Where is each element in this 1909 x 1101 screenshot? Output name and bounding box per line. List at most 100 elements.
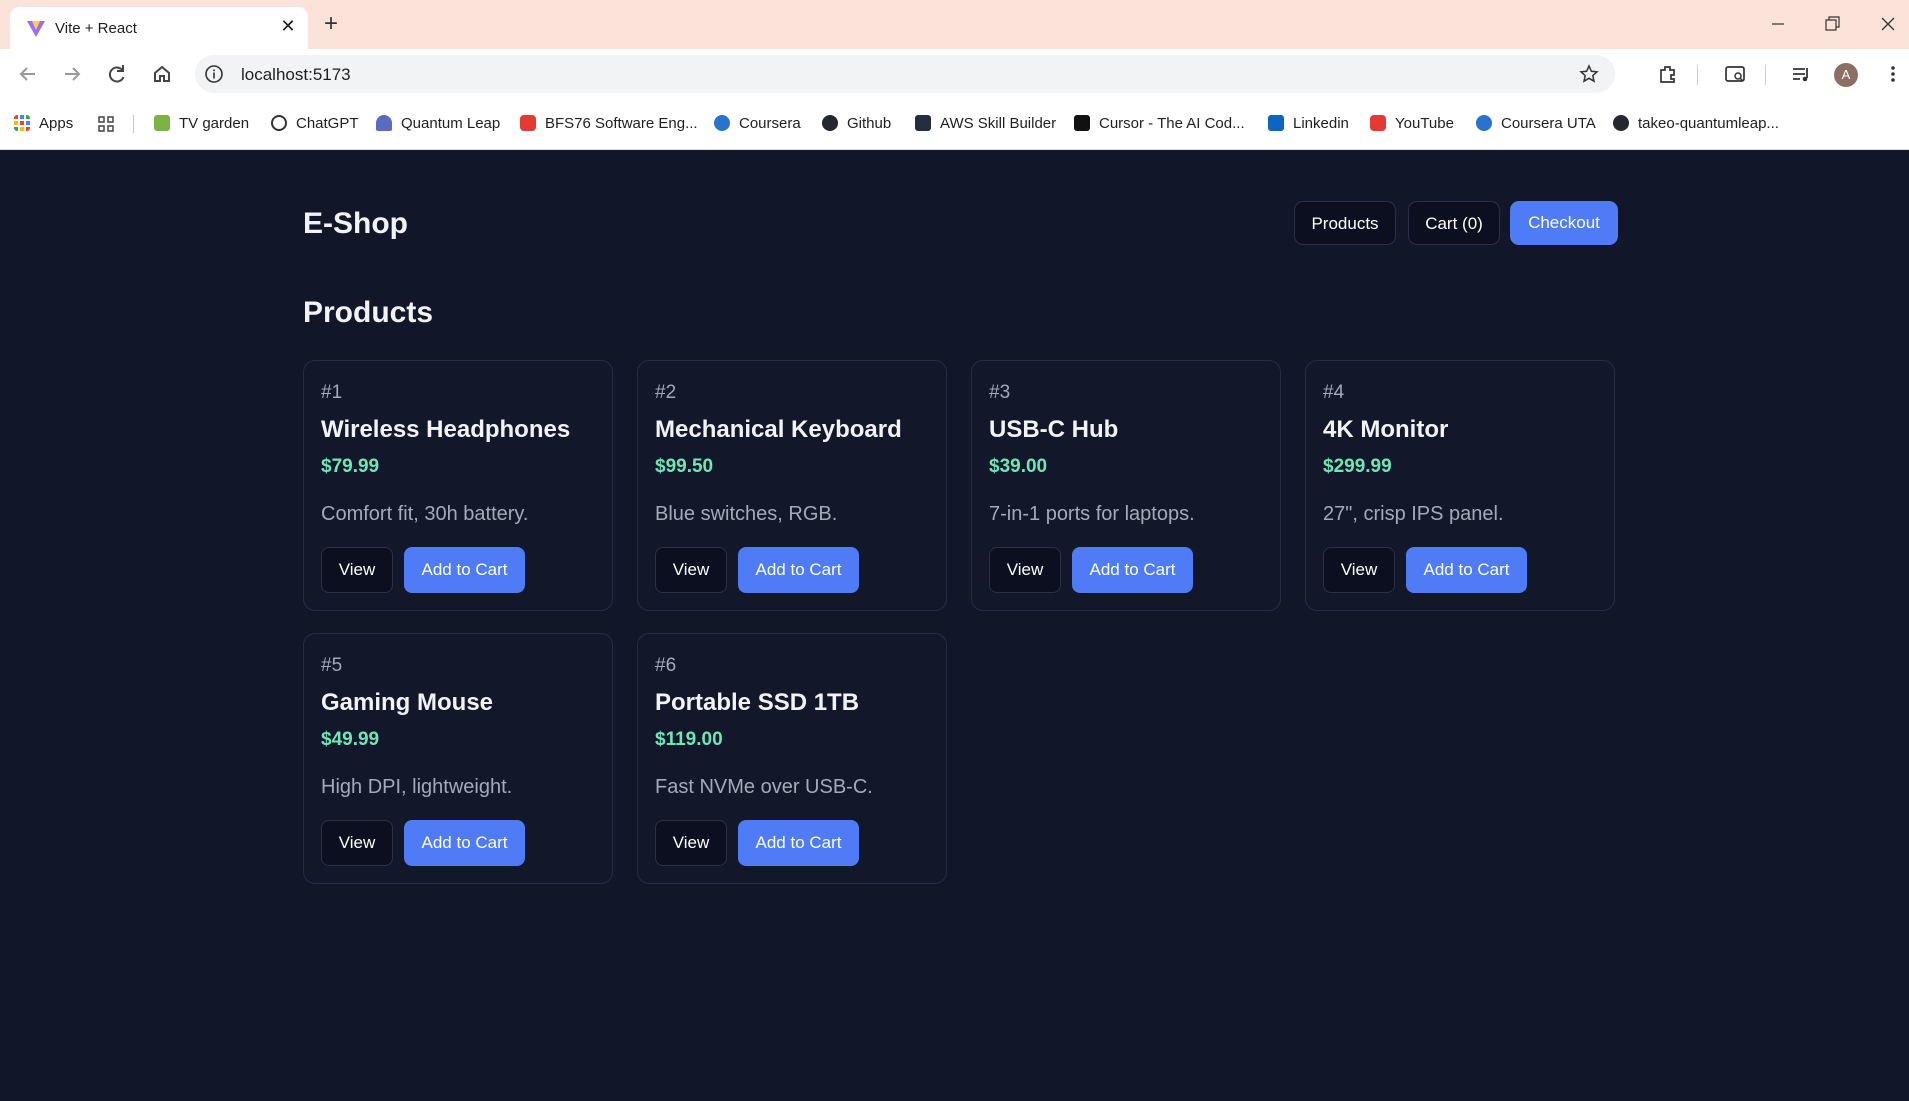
bookmark-label: BFS76 Software Eng... bbox=[545, 115, 698, 132]
youtube-icon bbox=[1370, 115, 1386, 131]
product-description: Fast NVMe over USB-C. bbox=[655, 776, 873, 798]
product-id: #6 bbox=[655, 655, 677, 676]
add-to-cart-button[interactable]: Add to Cart bbox=[404, 820, 525, 866]
vite-logo-icon bbox=[27, 21, 45, 37]
bookmark-takeo-quantumleap[interactable]: takeo-quantumleap... bbox=[1613, 114, 1779, 134]
bookmark-label: Apps bbox=[39, 115, 74, 132]
nav-products-button[interactable]: Products bbox=[1294, 201, 1396, 245]
bookmark-bfs76[interactable]: BFS76 Software Eng... bbox=[520, 114, 698, 134]
product-description: 27", crisp IPS panel. bbox=[1323, 503, 1504, 525]
bookmark-apps[interactable]: Apps bbox=[14, 114, 73, 134]
view-button[interactable]: View bbox=[321, 547, 393, 593]
bookmark-label: takeo-quantumleap... bbox=[1638, 115, 1779, 132]
product-name: Gaming Mouse bbox=[321, 689, 494, 716]
bookmark-aws[interactable]: AWS Skill Builder bbox=[915, 114, 1056, 134]
product-card: #4 4K Monitor $299.99 27", crisp IPS pan… bbox=[1305, 360, 1615, 611]
tv-garden-icon bbox=[154, 115, 170, 131]
coursera-icon bbox=[1476, 115, 1492, 131]
product-price: $99.50 bbox=[655, 456, 714, 477]
quantum-leap-icon bbox=[376, 115, 392, 131]
section-title: Products bbox=[303, 296, 434, 329]
tab-search-icon[interactable] bbox=[1724, 63, 1746, 85]
add-to-cart-button[interactable]: Add to Cart bbox=[738, 820, 859, 866]
reload-icon[interactable] bbox=[102, 59, 132, 89]
product-price: $49.99 bbox=[321, 729, 380, 750]
product-card: #6 Portable SSD 1TB $119.00 Fast NVMe ov… bbox=[637, 633, 947, 884]
bookmark-label: Github bbox=[847, 115, 892, 132]
bookmark-label: ChatGPT bbox=[296, 115, 359, 132]
add-to-cart-button[interactable]: Add to Cart bbox=[738, 547, 859, 593]
extensions-icon[interactable] bbox=[1657, 63, 1679, 85]
more-options-icon[interactable] bbox=[1882, 63, 1904, 85]
add-to-cart-button[interactable]: Add to Cart bbox=[1072, 547, 1193, 593]
media-controls-icon[interactable] bbox=[1790, 63, 1812, 85]
product-id: #3 bbox=[989, 382, 1011, 403]
site-info-icon[interactable] bbox=[204, 64, 224, 84]
tab-groups-icon[interactable] bbox=[98, 116, 114, 132]
bookmark-label: YouTube bbox=[1395, 115, 1454, 132]
browser-tab[interactable]: Vite + React ✕ bbox=[10, 7, 308, 49]
close-tab-icon[interactable]: ✕ bbox=[276, 14, 300, 38]
product-name: 4K Monitor bbox=[1323, 416, 1449, 443]
restore-icon[interactable] bbox=[1818, 12, 1846, 36]
browser-toolbar: localhost:5173 A bbox=[0, 49, 1909, 99]
tab-strip: Vite + React ✕ + bbox=[0, 0, 1909, 49]
bookmark-label: Coursera bbox=[739, 115, 801, 132]
product-description: 7-in-1 ports for laptops. bbox=[989, 503, 1195, 525]
new-tab-button[interactable]: + bbox=[318, 12, 344, 38]
close-window-icon[interactable] bbox=[1874, 12, 1902, 36]
bookmark-tv-garden[interactable]: TV garden bbox=[154, 114, 249, 134]
product-price: $79.99 bbox=[321, 456, 380, 477]
bookmark-chatgpt[interactable]: ChatGPT bbox=[271, 114, 359, 134]
bookmark-github[interactable]: Github bbox=[822, 114, 891, 134]
bookmark-youtube[interactable]: YouTube bbox=[1370, 114, 1454, 134]
minimize-icon[interactable] bbox=[1764, 12, 1792, 36]
checkout-button[interactable]: Checkout bbox=[1510, 201, 1618, 245]
add-to-cart-button[interactable]: Add to Cart bbox=[404, 547, 525, 593]
product-name: USB-C Hub bbox=[989, 416, 1119, 443]
bookmark-star-icon[interactable] bbox=[1579, 64, 1599, 84]
product-name: Portable SSD 1TB bbox=[655, 689, 860, 716]
product-description: High DPI, lightweight. bbox=[321, 776, 513, 798]
product-name: Wireless Headphones bbox=[321, 416, 571, 443]
apps-grid-icon bbox=[14, 115, 30, 131]
bookmark-linkedin[interactable]: Linkedin bbox=[1268, 114, 1349, 134]
view-button[interactable]: View bbox=[321, 820, 393, 866]
view-button[interactable]: View bbox=[1323, 547, 1395, 593]
view-button[interactable]: View bbox=[655, 547, 727, 593]
product-description: Comfort fit, 30h battery. bbox=[321, 503, 529, 525]
url-text[interactable]: localhost:5173 bbox=[241, 65, 351, 85]
bookmark-label: Linkedin bbox=[1293, 115, 1349, 132]
add-to-cart-button[interactable]: Add to Cart bbox=[1406, 547, 1527, 593]
bookmark-coursera-uta[interactable]: Coursera UTA bbox=[1476, 114, 1596, 134]
brand-title: E-Shop bbox=[303, 207, 408, 240]
cursor-icon bbox=[1074, 115, 1090, 131]
address-bar[interactable]: localhost:5173 bbox=[195, 55, 1615, 93]
app-page: E-Shop Products Cart (0) Checkout Produc… bbox=[0, 150, 1909, 1101]
profile-avatar[interactable]: A bbox=[1834, 63, 1858, 87]
home-icon[interactable] bbox=[147, 59, 177, 89]
forward-icon[interactable] bbox=[57, 59, 87, 89]
view-button[interactable]: View bbox=[655, 820, 727, 866]
product-name: Mechanical Keyboard bbox=[655, 416, 902, 443]
bookmark-label: AWS Skill Builder bbox=[940, 115, 1057, 132]
bookmark-cursor[interactable]: Cursor - The AI Cod... bbox=[1074, 114, 1245, 134]
nav-cart-button[interactable]: Cart (0) bbox=[1408, 201, 1500, 245]
github-icon bbox=[1613, 115, 1629, 131]
product-price: $39.00 bbox=[989, 456, 1048, 477]
product-card: #1 Wireless Headphones $79.99 Comfort fi… bbox=[303, 360, 613, 611]
linkedin-icon bbox=[1268, 115, 1284, 131]
bookmark-label: Coursera UTA bbox=[1501, 115, 1596, 132]
product-card: #3 USB-C Hub $39.00 7-in-1 ports for lap… bbox=[971, 360, 1281, 611]
product-id: #1 bbox=[321, 382, 343, 403]
back-icon[interactable] bbox=[13, 59, 43, 89]
view-button[interactable]: View bbox=[989, 547, 1061, 593]
toolbar-divider bbox=[1697, 65, 1698, 85]
bookmark-quantum-leap[interactable]: Quantum Leap bbox=[376, 114, 500, 134]
bookmark-coursera[interactable]: Coursera bbox=[714, 114, 801, 134]
github-icon bbox=[822, 115, 838, 131]
aws-icon bbox=[915, 115, 931, 131]
bookmarks-bar: Apps TV garden ChatGPT Quantum Leap BFS7… bbox=[0, 99, 1909, 150]
product-price: $119.00 bbox=[655, 729, 723, 750]
bookmark-label: Cursor - The AI Cod... bbox=[1099, 115, 1245, 132]
